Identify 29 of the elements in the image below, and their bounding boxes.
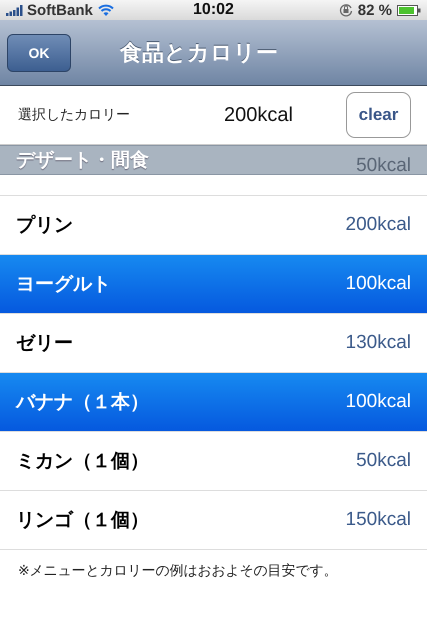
food-name: ゼリー [16, 331, 73, 356]
calorie-value: 130kcal [346, 332, 411, 354]
calorie-value: 50kcal [356, 155, 411, 178]
food-name: ミカン（１個） [16, 449, 149, 474]
screen-title: 食品とカロリー [120, 40, 278, 68]
food-name: プリン [16, 213, 73, 238]
battery-icon [397, 4, 421, 16]
calorie-value: 150kcal [346, 509, 411, 531]
selected-calories-label: 選択したカロリー [18, 106, 131, 124]
battery-percent: 82 % [358, 2, 392, 18]
calorie-value: 100kcal [346, 391, 411, 413]
calorie-value: 100kcal [346, 273, 411, 295]
calorie-value: 200kcal [346, 214, 411, 236]
food-row[interactable]: バナナ（１本） 100kcal [0, 373, 427, 432]
food-name: リンゴ（１個） [16, 508, 149, 533]
wifi-icon [98, 4, 114, 16]
ok-button[interactable]: OK [7, 34, 71, 72]
food-name: バナナ（１本） [16, 390, 149, 415]
footnote: ※メニューとカロリーの例はおおよその目安です。 [17, 562, 339, 581]
clear-button[interactable]: clear [346, 92, 411, 138]
section-title: デザート・間食 [16, 148, 149, 173]
carrier-name: SoftBank [27, 2, 93, 18]
calorie-value: 50kcal [356, 450, 411, 472]
signal-icon [6, 4, 24, 16]
food-row[interactable]: ヨーグルト 100kcal [0, 255, 427, 314]
rotation-lock-icon [338, 3, 353, 17]
clock-time: 10:02 [192, 1, 235, 19]
food-name: ヨーグルト [16, 272, 111, 297]
selected-calories-value: 200kcal [224, 104, 294, 126]
